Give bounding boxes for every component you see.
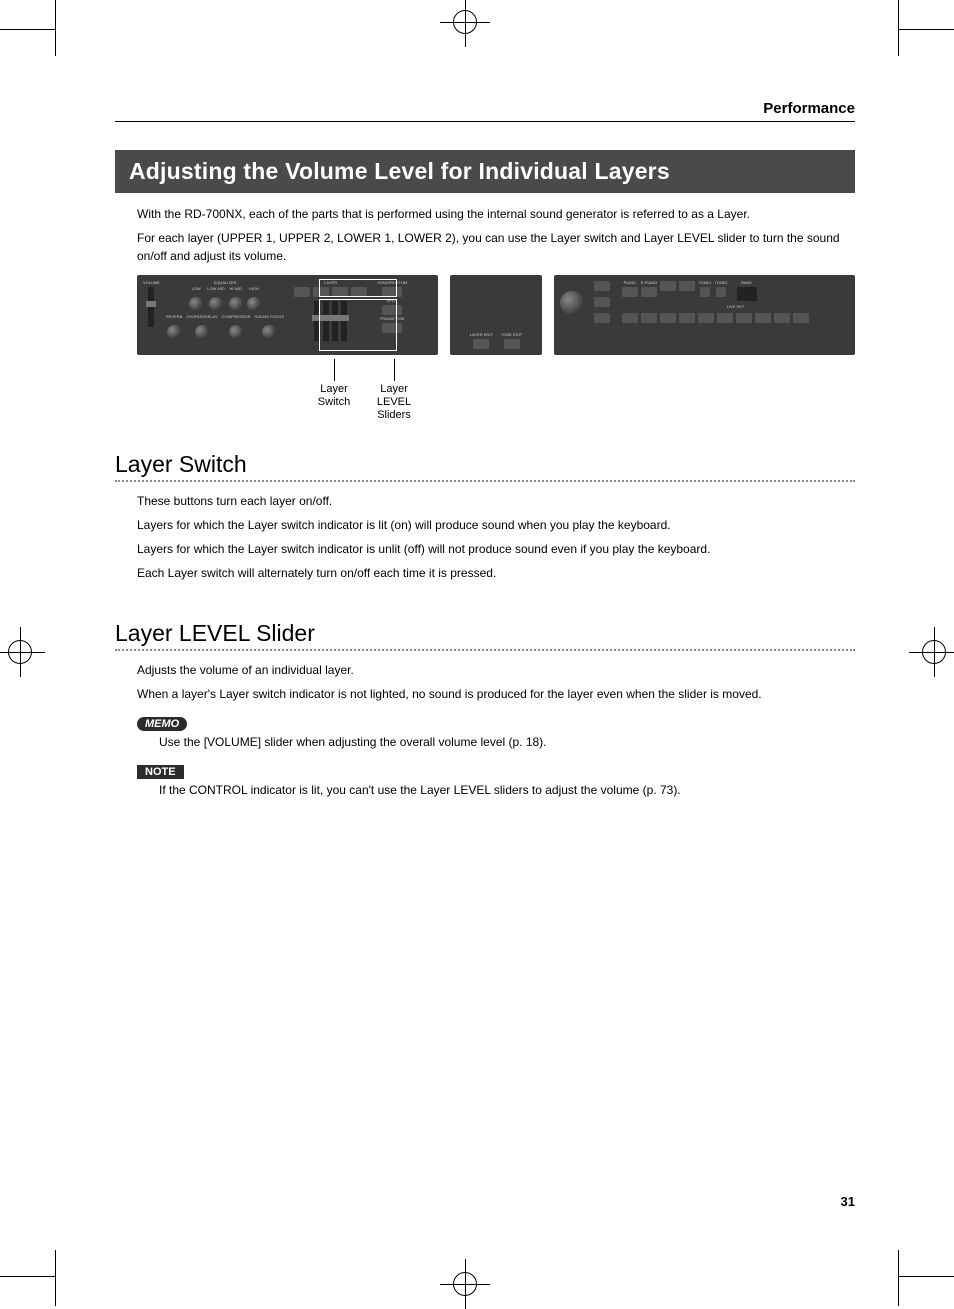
memo-badge: MEMO [137,717,187,731]
memo-text: Use the [VOLUME] slider when adjusting t… [159,733,855,751]
knob-icon [209,297,223,311]
knob-icon [247,297,261,311]
page-content: Performance Adjusting the Volume Level f… [115,100,855,805]
button-icon [641,287,657,297]
panel-illustration: VOLUME EQUALIZER LOW LOW MID HI MID HIGH… [137,275,855,355]
knob-icon [167,325,181,339]
crop-mark [898,1276,954,1277]
dial-icon [560,291,584,315]
paragraph: Layers for which the Layer switch indica… [137,540,855,558]
subheading-layer-level-slider: Layer LEVEL Slider [115,620,855,647]
button-icon [736,313,752,323]
paragraph: Each Layer switch will alternately turn … [137,564,855,582]
button-icon [332,287,348,297]
registration-mark-icon [453,1272,477,1296]
button-icon [594,281,610,291]
note-badge: NOTE [137,765,184,779]
knob-icon [229,325,243,339]
crop-mark [55,0,56,56]
display-icon [737,287,757,301]
button-icon [698,313,714,323]
button-icon [313,287,329,297]
button-icon [716,287,726,297]
button-icon [660,313,676,323]
registration-mark-icon [922,640,946,664]
callout-labels: Layer Switch Layer LEVEL Sliders [137,361,855,421]
crop-mark [0,1276,56,1277]
crop-mark [898,29,954,30]
knob-icon [262,325,276,339]
paragraph: These buttons turn each layer on/off. [137,492,855,510]
button-icon [700,287,710,297]
dotted-rule [115,480,855,482]
paragraph: Adjusts the volume of an individual laye… [137,661,855,679]
button-icon [755,313,771,323]
panel-center: LAYER EDIT TONE EDIT [450,275,542,355]
button-icon [717,313,733,323]
panel-left: VOLUME EQUALIZER LOW LOW MID HI MID HIGH… [137,275,438,355]
dotted-rule [115,649,855,651]
button-icon [382,287,402,297]
intro-paragraph: With the RD-700NX, each of the parts tha… [137,205,855,223]
callout-layer-switch: Layer Switch [309,383,359,409]
button-icon [382,305,402,315]
slider-icon [314,301,320,341]
slider-icon [148,287,154,327]
slider-icon [323,301,329,341]
button-icon [641,313,657,323]
paragraph: When a layer's Layer switch indicator is… [137,685,855,703]
page-number: 31 [841,1194,855,1209]
button-icon [660,281,676,291]
button-icon [679,281,695,291]
intro-paragraph: For each layer (UPPER 1, UPPER 2, LOWER … [137,229,855,265]
registration-mark-icon [8,640,32,664]
panel-right: PIANO E.PIANO TONE1 TONE2 BANK LIVE SET [554,275,855,355]
button-icon [774,313,790,323]
crop-mark [898,1250,899,1306]
callout-layer-sliders: Layer LEVEL Sliders [369,383,419,423]
registration-mark-icon [453,10,477,34]
paragraph: Layers for which the Layer switch indica… [137,516,855,534]
button-icon [594,313,610,323]
subheading-layer-switch: Layer Switch [115,451,855,478]
button-icon [382,323,402,333]
knob-icon [229,297,243,311]
knob-icon [189,297,203,311]
button-icon [594,297,610,307]
crop-mark [0,29,56,30]
button-icon [793,313,809,323]
button-icon [504,339,520,349]
button-icon [679,313,695,323]
crop-mark [55,1250,56,1306]
section-header: Performance [115,100,855,122]
note-text: If the CONTROL indicator is lit, you can… [159,781,855,799]
button-icon [294,287,310,297]
button-icon [351,287,367,297]
page-title: Adjusting the Volume Level for Individua… [115,150,855,193]
knob-icon [195,325,209,339]
button-icon [622,287,638,297]
button-icon [622,313,638,323]
crop-mark [898,0,899,56]
slider-icon [332,301,338,341]
button-icon [473,339,489,349]
slider-icon [341,301,347,341]
